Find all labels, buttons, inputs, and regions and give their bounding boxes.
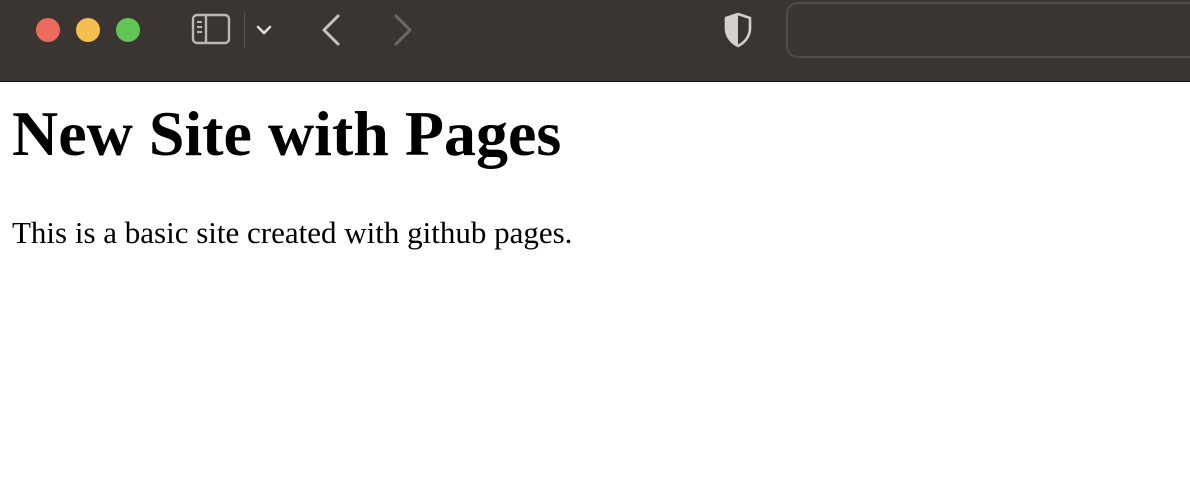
sidebar-icon[interactable] — [191, 13, 231, 45]
page-paragraph: This is a basic site created with github… — [12, 215, 573, 250]
address-bar[interactable] — [786, 2, 1190, 58]
shield-icon[interactable] — [722, 12, 754, 48]
browser-toolbar — [0, 0, 1190, 82]
window-zoom-button[interactable] — [116, 18, 140, 42]
window-close-button[interactable] — [36, 18, 60, 42]
window-minimize-button[interactable] — [76, 18, 100, 42]
chevron-left-icon[interactable] — [318, 12, 346, 48]
chevron-down-icon[interactable] — [254, 20, 274, 40]
toolbar-divider — [244, 12, 245, 48]
web-page: New Site with Pages This is a basic site… — [0, 83, 1190, 490]
page-title: New Site with Pages — [12, 98, 562, 169]
chevron-right-icon[interactable] — [388, 12, 416, 48]
